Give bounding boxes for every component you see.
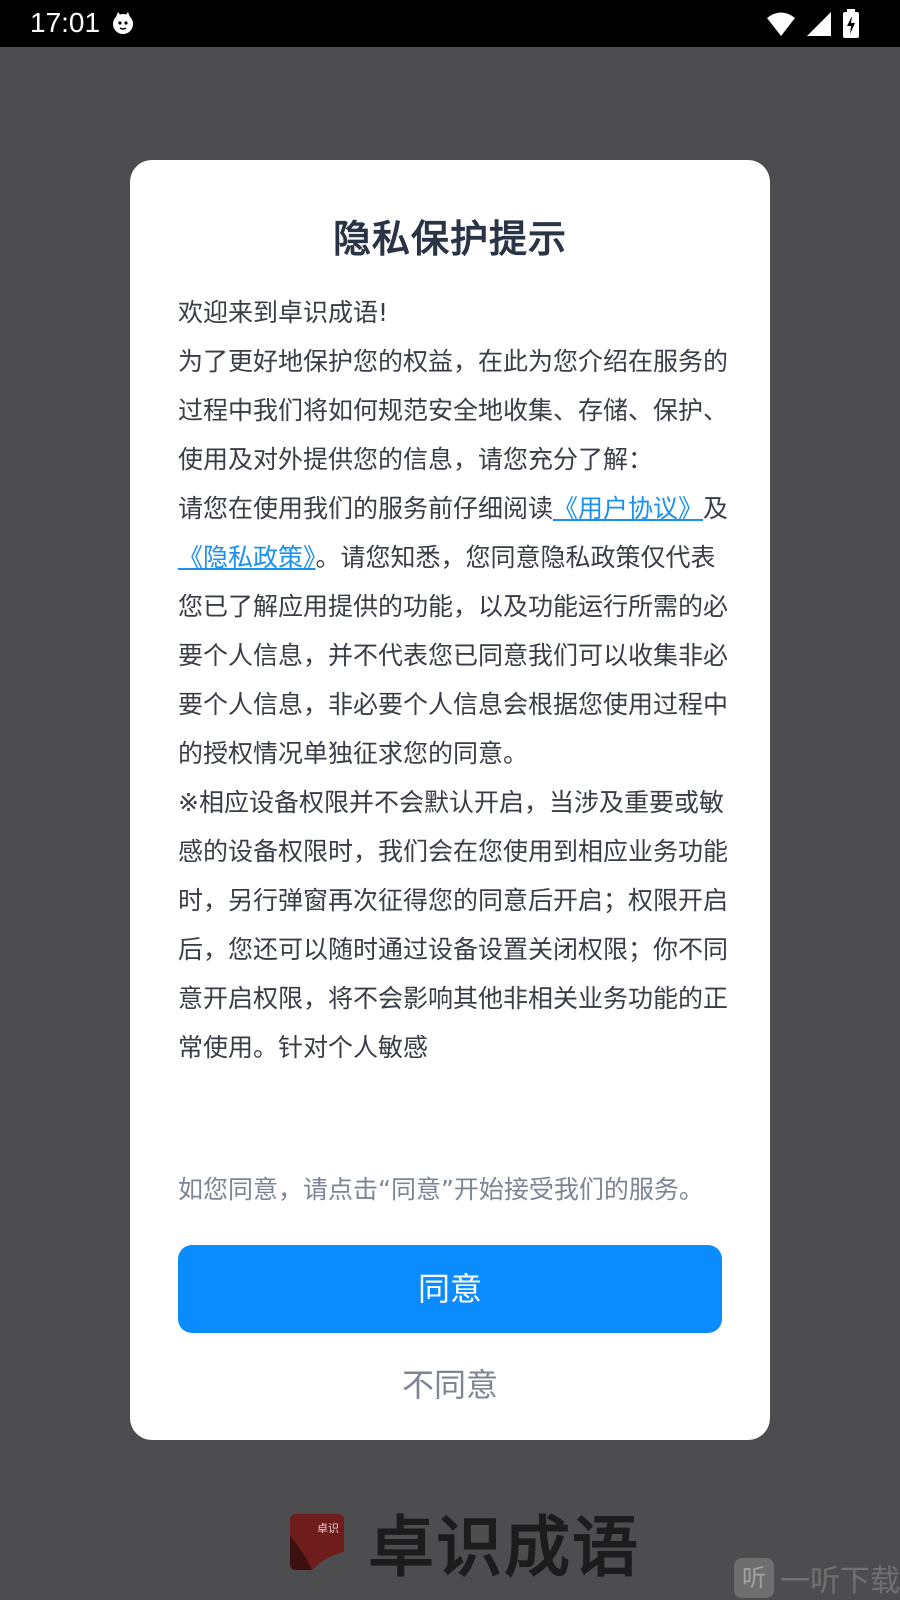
read-notice: 请您在使用我们的服务前仔细阅读《用户协议》及《隐私政策》。请您知悉，您同意隐私政… <box>178 484 730 778</box>
privacy-policy-link[interactable]: 《隐私政策》 <box>178 543 316 572</box>
signal-icon <box>807 12 831 36</box>
wifi-icon <box>767 12 795 36</box>
app-brand: 卓识 卓识成语 <box>286 1494 640 1590</box>
status-bar: 17:01 <box>0 0 900 47</box>
watermark: 听 一听下载 <box>734 1556 900 1600</box>
cat-notification-icon <box>113 12 133 34</box>
disagree-button[interactable]: 不同意 <box>130 1355 770 1415</box>
intro-text: 为了更好地保护您的权益，在此为您介绍在服务的过程中我们将如何规范安全地收集、存储… <box>178 347 729 474</box>
and-text: 及 <box>703 494 729 523</box>
logo-text: 卓识 <box>317 1522 339 1535</box>
permission-note-text: ※相应设备权限并不会默认开启，当涉及重要或敏感的设备权限时，我们会在您使用到相应… <box>178 788 729 1062</box>
privacy-text-scroll[interactable]: 欢迎来到卓识成语! 为了更好地保护您的权益，在此为您介绍在服务的过程中我们将如何… <box>178 288 730 1126</box>
dialog-title: 隐私保护提示 <box>332 217 567 261</box>
read-suffix-text: 。请您知悉，您同意隐私政策仅代表您已了解应用提供的功能，以及功能运行所需的必要个… <box>178 543 729 768</box>
watermark-text: 一听下载 <box>780 1564 900 1599</box>
welcome-text: 欢迎来到卓识成语! <box>178 298 389 327</box>
status-icons <box>766 9 860 39</box>
privacy-dialog: 隐私保护提示 欢迎来到卓识成语! 为了更好地保护您的权益，在此为您介绍在服务的过… <box>130 160 770 1440</box>
watermark-badge: 听 <box>734 1558 774 1598</box>
consent-text: 如您同意，请点击“同意”开始接受我们的服务。 <box>178 1175 704 1204</box>
status-time: 17:01 <box>30 7 101 38</box>
battery-charging-icon <box>843 9 859 38</box>
agree-button[interactable]: 同意 <box>178 1245 722 1333</box>
app-name: 卓识成语 <box>368 1509 640 1586</box>
read-prefix-text: 请您在使用我们的服务前仔细阅读 <box>178 494 554 523</box>
app-logo-icon: 卓识 <box>286 1512 346 1572</box>
user-agreement-link[interactable]: 《用户协议》 <box>553 494 703 523</box>
